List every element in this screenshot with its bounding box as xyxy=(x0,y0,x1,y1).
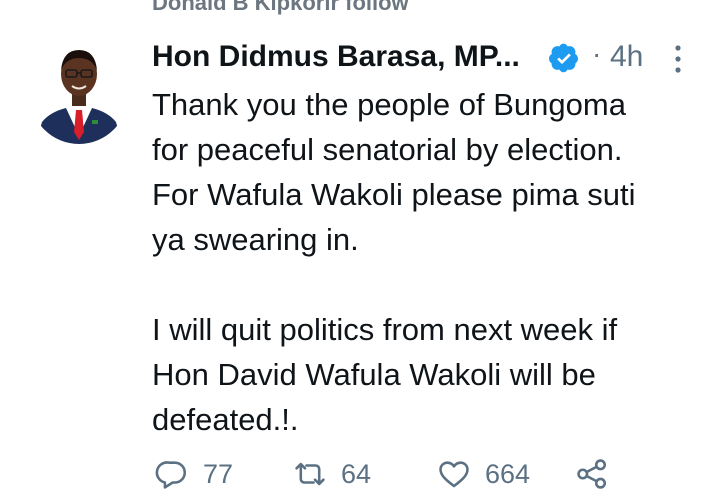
tweet-actions-bar: 77 64 664 xyxy=(155,452,635,496)
separator-dot: · xyxy=(592,38,602,69)
retweet-icon xyxy=(295,462,325,486)
tweet-text: Thank you the people of Bungoma for peac… xyxy=(152,87,636,437)
reply-button[interactable]: 77 xyxy=(155,452,233,496)
like-count: 664 xyxy=(485,458,531,489)
like-button[interactable]: 664 xyxy=(437,452,530,496)
share-icon xyxy=(577,459,607,489)
retweet-count: 64 xyxy=(341,458,372,489)
reply-icon xyxy=(155,461,187,489)
heart-icon xyxy=(439,461,469,488)
more-options-icon[interactable] xyxy=(668,42,688,76)
avatar[interactable] xyxy=(30,40,128,150)
verified-badge-icon xyxy=(549,43,578,73)
social-context-label: Donald B Kipkorir follow xyxy=(152,0,409,15)
tweet-header: Hon Didmus Barasa, MP... · 4h xyxy=(152,34,698,80)
timestamp[interactable]: 4h xyxy=(610,40,643,74)
author-name[interactable]: Hon Didmus Barasa, MP... xyxy=(152,40,520,74)
share-button[interactable] xyxy=(575,452,609,496)
retweet-button[interactable]: 64 xyxy=(293,452,371,496)
reply-count: 77 xyxy=(203,458,234,489)
